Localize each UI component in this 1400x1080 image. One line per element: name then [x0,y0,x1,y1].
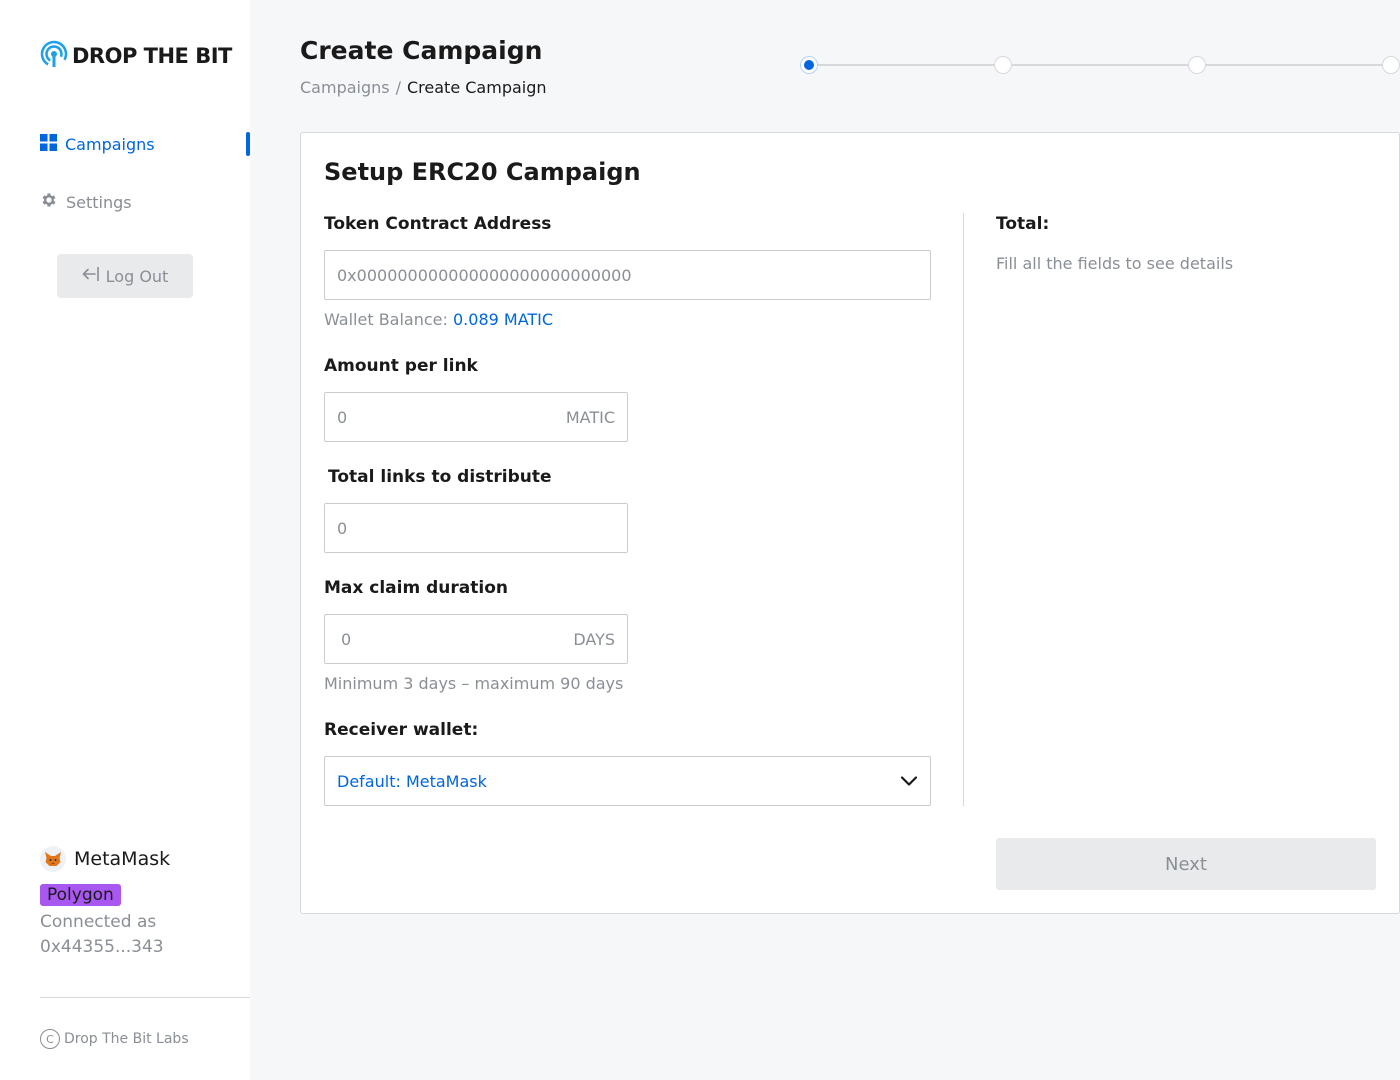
step-connector [1012,64,1188,66]
sidebar-divider [40,997,250,998]
max-claim-duration-input[interactable]: 0 DAYS [324,614,628,664]
step-1-dot [800,56,818,74]
sidebar: DROP THE BIT Campaigns Settings Log Out … [0,0,250,1080]
brand-name: DROP THE BIT [72,44,232,68]
total-links-input[interactable]: 0 [324,503,628,553]
receiver-wallet-select[interactable]: Default: MetaMask [324,756,931,806]
footer: C Drop The Bit Labs [40,1029,189,1049]
chevron-down-icon [900,772,918,791]
token-address-label: Token Contract Address [324,214,552,234]
total-hint: Fill all the fields to see details [996,254,1234,273]
token-address-placeholder: 0x000000000000000000000000000 [337,265,632,285]
wallet-name: MetaMask [74,848,171,870]
wallet-balance-label: Wallet Balance: [324,310,448,329]
connected-label: Connected as [40,912,157,932]
metamask-fox-icon [40,846,66,872]
receiver-wallet-value: Default: MetaMask [337,771,487,791]
progress-stepper [800,56,1400,74]
amount-unit-suffix: MATIC [565,407,615,427]
amount-per-link-placeholder: 0 [337,407,348,427]
total-label: Total: [996,214,1050,234]
max-claim-duration-placeholder: 0 [341,629,352,649]
duration-unit-suffix: DAYS [573,629,615,649]
wallet-balance: Wallet Balance: 0.089 MATIC [324,310,553,329]
step-connector [818,64,994,66]
column-divider [963,213,964,806]
wallet-balance-value: 0.089 MATIC [453,310,554,329]
breadcrumb-link-campaigns[interactable]: Campaigns [300,78,390,97]
footer-text: Drop The Bit Labs [64,1031,189,1047]
total-links-label: Total links to distribute [328,467,552,487]
logout-label: Log Out [105,266,169,286]
amount-per-link-label: Amount per link [324,356,478,376]
copyright-icon: C [40,1029,60,1049]
campaign-setup-card: Setup ERC20 Campaign Token Contract Addr… [300,132,1400,914]
page-title: Create Campaign [300,36,543,65]
card-title: Setup ERC20 Campaign [324,158,641,186]
active-nav-indicator [246,132,250,156]
signal-logo-icon [40,40,68,72]
step-2-dot [994,56,1012,74]
breadcrumb-current: Create Campaign [407,78,547,97]
sidebar-item-label: Campaigns [65,135,155,154]
receiver-wallet-label: Receiver wallet: [324,720,479,740]
step-3-dot [1188,56,1206,74]
duration-hint: Minimum 3 days – maximum 90 days [324,674,624,693]
max-claim-duration-label: Max claim duration [324,578,508,598]
breadcrumb: Campaigns / Create Campaign [300,78,547,97]
wallet-info: MetaMask Polygon Connected as 0x44355...… [40,846,170,960]
sidebar-item-settings[interactable]: Settings [40,191,132,213]
sidebar-item-label: Settings [66,192,132,212]
wallet-address: 0x44355...343 [40,937,164,957]
amount-per-link-input[interactable]: 0 MATIC [324,392,628,442]
gear-icon [40,191,58,213]
breadcrumb-separator: / [395,78,401,97]
total-links-placeholder: 0 [337,518,348,538]
network-badge: Polygon [40,884,121,906]
sidebar-item-campaigns[interactable]: Campaigns [40,134,155,155]
token-address-input[interactable]: 0x000000000000000000000000000 [324,250,931,300]
logout-icon [82,266,100,286]
brand-logo[interactable]: DROP THE BIT [40,40,232,72]
next-button[interactable]: Next [996,838,1376,890]
logout-button[interactable]: Log Out [57,254,193,298]
step-4-dot [1382,56,1400,74]
step-connector [1206,64,1382,66]
grid-icon [40,134,57,155]
